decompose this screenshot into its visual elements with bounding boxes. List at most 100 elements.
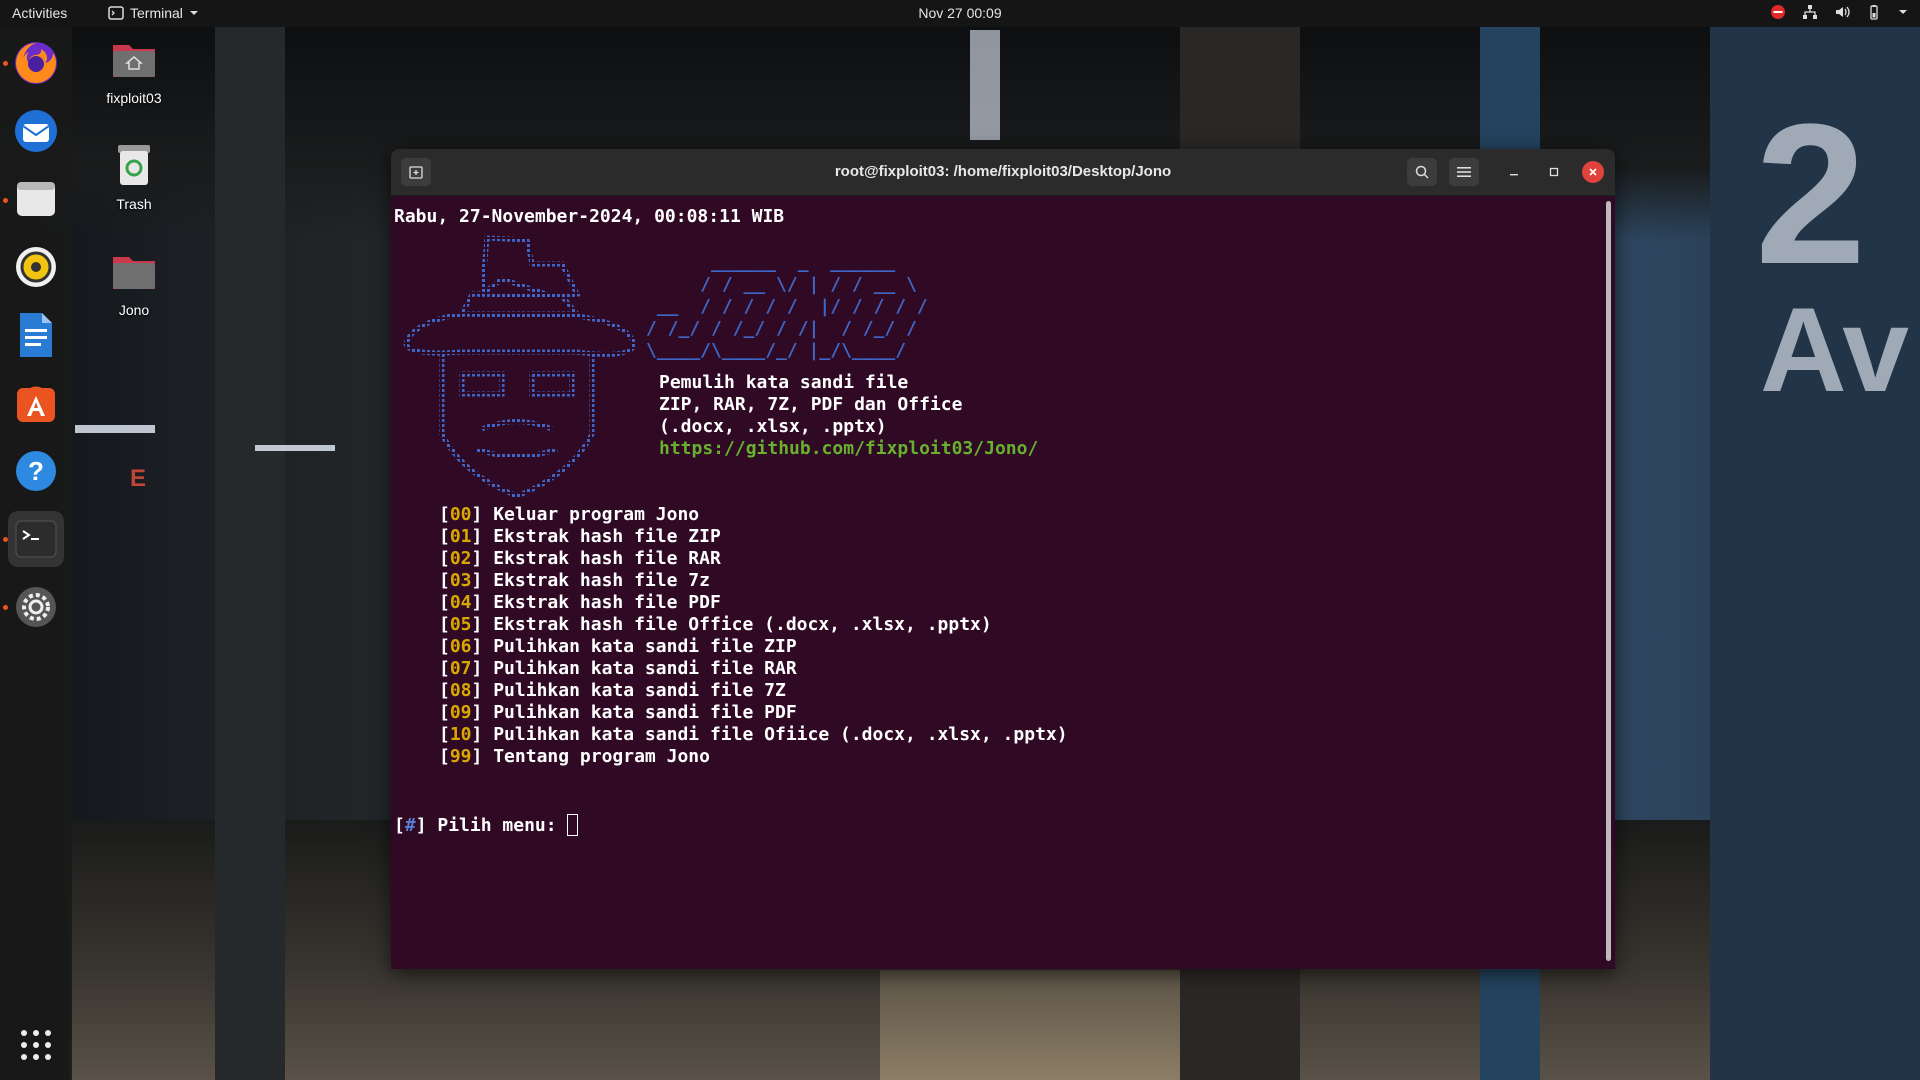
do-not-disturb-icon[interactable] xyxy=(1770,4,1786,20)
rhythmbox-icon xyxy=(16,247,56,287)
search-icon xyxy=(1415,165,1429,179)
menu-item-99: [99] Tentang program Jono xyxy=(439,746,710,767)
desktop-icon-label: Trash xyxy=(116,196,152,212)
dock-item-settings[interactable] xyxy=(8,579,64,635)
menu-item-number: 05 xyxy=(449,614,472,635)
desktop-icon-home[interactable]: fixploit03 xyxy=(84,35,184,106)
prompt-line[interactable]: [#] Pilih menu: xyxy=(394,814,579,837)
scrollbar[interactable] xyxy=(1606,201,1611,961)
home-folder-icon xyxy=(113,45,155,77)
terminal-window[interactable]: root@fixploit03: /home/fixploit03/Deskto… xyxy=(391,149,1615,969)
menu-item-07: [07] Pulihkan kata sandi file RAR xyxy=(439,658,797,679)
thunderbird-icon xyxy=(15,110,57,152)
menu-item-number: 06 xyxy=(449,636,472,657)
dock-item-terminal[interactable] xyxy=(8,511,64,567)
clock[interactable]: Nov 27 00:09 xyxy=(0,5,1920,21)
menu-item-label: Tentang program Jono xyxy=(493,746,710,767)
app-menu-terminal[interactable]: Terminal xyxy=(108,5,199,21)
menu-item-number: 99 xyxy=(449,746,472,767)
libreoffice-writer-icon xyxy=(20,313,52,357)
desktop-icon-trash[interactable]: Trash xyxy=(84,141,184,212)
menu-item-04: [04] Ekstrak hash file PDF xyxy=(439,592,721,613)
terminal-small-icon xyxy=(108,6,124,20)
minimize-icon xyxy=(1510,174,1518,176)
dock-item-files[interactable] xyxy=(8,171,64,227)
system-tray[interactable] xyxy=(1770,4,1908,20)
menu-item-number: 10 xyxy=(449,724,472,745)
menu-item-label: Pulihkan kata sandi file ZIP xyxy=(493,636,797,657)
wallpaper-small-sign: E xyxy=(130,465,147,492)
menu-item-number: 09 xyxy=(449,702,472,723)
menu-item-number: 04 xyxy=(449,592,472,613)
menu-item-label: Ekstrak hash file RAR xyxy=(493,548,721,569)
hamburger-menu-icon xyxy=(1457,167,1471,177)
menu-item-label: Ekstrak hash file Office (.docx, .xlsx, … xyxy=(493,614,992,635)
desktop-icon-label: Jono xyxy=(118,302,150,318)
dock-item-software[interactable] xyxy=(8,375,64,431)
github-url[interactable]: https://github.com/fixploit03/Jono/ xyxy=(659,438,1038,460)
menu-item-number: 07 xyxy=(449,658,472,679)
desktop-icon-jono-folder[interactable]: Jono xyxy=(84,247,184,318)
menu-button[interactable] xyxy=(1449,158,1479,186)
date-line: Rabu, 27-November-2024, 00:08:11 WIB xyxy=(394,206,785,227)
firefox-icon xyxy=(15,42,57,84)
volume-icon[interactable] xyxy=(1834,4,1850,20)
wizard-ascii-art xyxy=(403,235,637,499)
menu-item-number: 08 xyxy=(449,680,472,701)
menu-item-number: 02 xyxy=(449,548,472,569)
menu-item-06: [06] Pulihkan kata sandi file ZIP xyxy=(439,636,797,657)
menu-item-label: Ekstrak hash file 7z xyxy=(493,570,710,591)
menu-item-02: [02] Ekstrak hash file RAR xyxy=(439,548,721,569)
menu-item-label: Pulihkan kata sandi file Ofiice (.docx, … xyxy=(493,724,1068,745)
chevron-down-icon[interactable] xyxy=(1898,8,1908,16)
terminal-header-bar[interactable]: root@fixploit03: /home/fixploit03/Deskto… xyxy=(391,149,1615,196)
tagline: Pemulih kata sandi file xyxy=(659,372,909,393)
menu-item-05: [05] Ekstrak hash file Office (.docx, .x… xyxy=(439,614,992,635)
text-cursor xyxy=(567,814,579,836)
dock-item-rhythmbox[interactable] xyxy=(8,239,64,295)
files-icon xyxy=(17,182,55,216)
supported-formats: ZIP, RAR, 7Z, PDF dan Office xyxy=(659,394,963,415)
dock-item-writer[interactable] xyxy=(8,307,64,363)
menu-item-01: [01] Ekstrak hash file ZIP xyxy=(439,526,721,547)
dock-item-firefox[interactable] xyxy=(8,35,64,91)
activities-button[interactable]: Activities xyxy=(12,5,67,21)
terminal-content[interactable]: Rabu, 27-November-2024, 00:08:11 WIB ___… xyxy=(394,196,1594,966)
ascii-logo-line: / / __ \/ | / / __ \ xyxy=(646,274,917,295)
folder-icon xyxy=(113,257,155,289)
network-icon[interactable] xyxy=(1802,4,1818,20)
menu-item-label: Pulihkan kata sandi file 7Z xyxy=(493,680,786,701)
close-button[interactable] xyxy=(1582,161,1604,183)
desktop-icon-label: fixploit03 xyxy=(106,90,162,106)
battery-icon[interactable] xyxy=(1866,4,1882,20)
menu-item-08: [08] Pulihkan kata sandi file 7Z xyxy=(439,680,786,701)
ascii-logo-line: \____/\____/_/ |_/\____/ xyxy=(646,340,907,361)
close-icon xyxy=(1589,168,1597,176)
minimize-button[interactable] xyxy=(1503,161,1525,183)
menu-item-label: Keluar program Jono xyxy=(493,504,700,525)
menu-item-00: [00] Keluar program Jono xyxy=(439,504,700,525)
menu-item-09: [09] Pulihkan kata sandi file PDF xyxy=(439,702,797,723)
ascii-logo-line: / /_/ / /_/ / /| / /_/ / xyxy=(646,318,917,339)
menu-item-label: Ekstrak hash file ZIP xyxy=(493,526,721,547)
menu-item-number: 03 xyxy=(449,570,472,591)
show-apps-icon xyxy=(21,1030,51,1060)
dock-item-help[interactable]: ? xyxy=(8,443,64,499)
maximize-icon xyxy=(1549,167,1559,177)
ascii-logo-line: ______ _ ______ xyxy=(646,252,896,273)
svg-text:?: ? xyxy=(28,456,44,486)
dock-item-thunderbird[interactable] xyxy=(8,103,64,159)
wallpaper-sign-number: 2 xyxy=(1755,83,1867,306)
ascii-logo-line: __ / / / / / |/ / / / / xyxy=(646,296,928,317)
trash-icon xyxy=(118,145,150,185)
app-menu-label: Terminal xyxy=(130,5,183,21)
menu-item-label: Ekstrak hash file PDF xyxy=(493,592,721,613)
maximize-button[interactable] xyxy=(1543,161,1565,183)
wallpaper-sign-text: Av xyxy=(1760,283,1909,417)
settings-icon xyxy=(16,587,56,627)
menu-item-03: [03] Ekstrak hash file 7z xyxy=(439,570,710,591)
dock-item-show-apps[interactable] xyxy=(8,1017,64,1073)
top-bar: Activities Terminal Nov 27 00:09 xyxy=(0,0,1920,27)
software-center-icon xyxy=(17,386,55,422)
search-button[interactable] xyxy=(1407,158,1437,186)
